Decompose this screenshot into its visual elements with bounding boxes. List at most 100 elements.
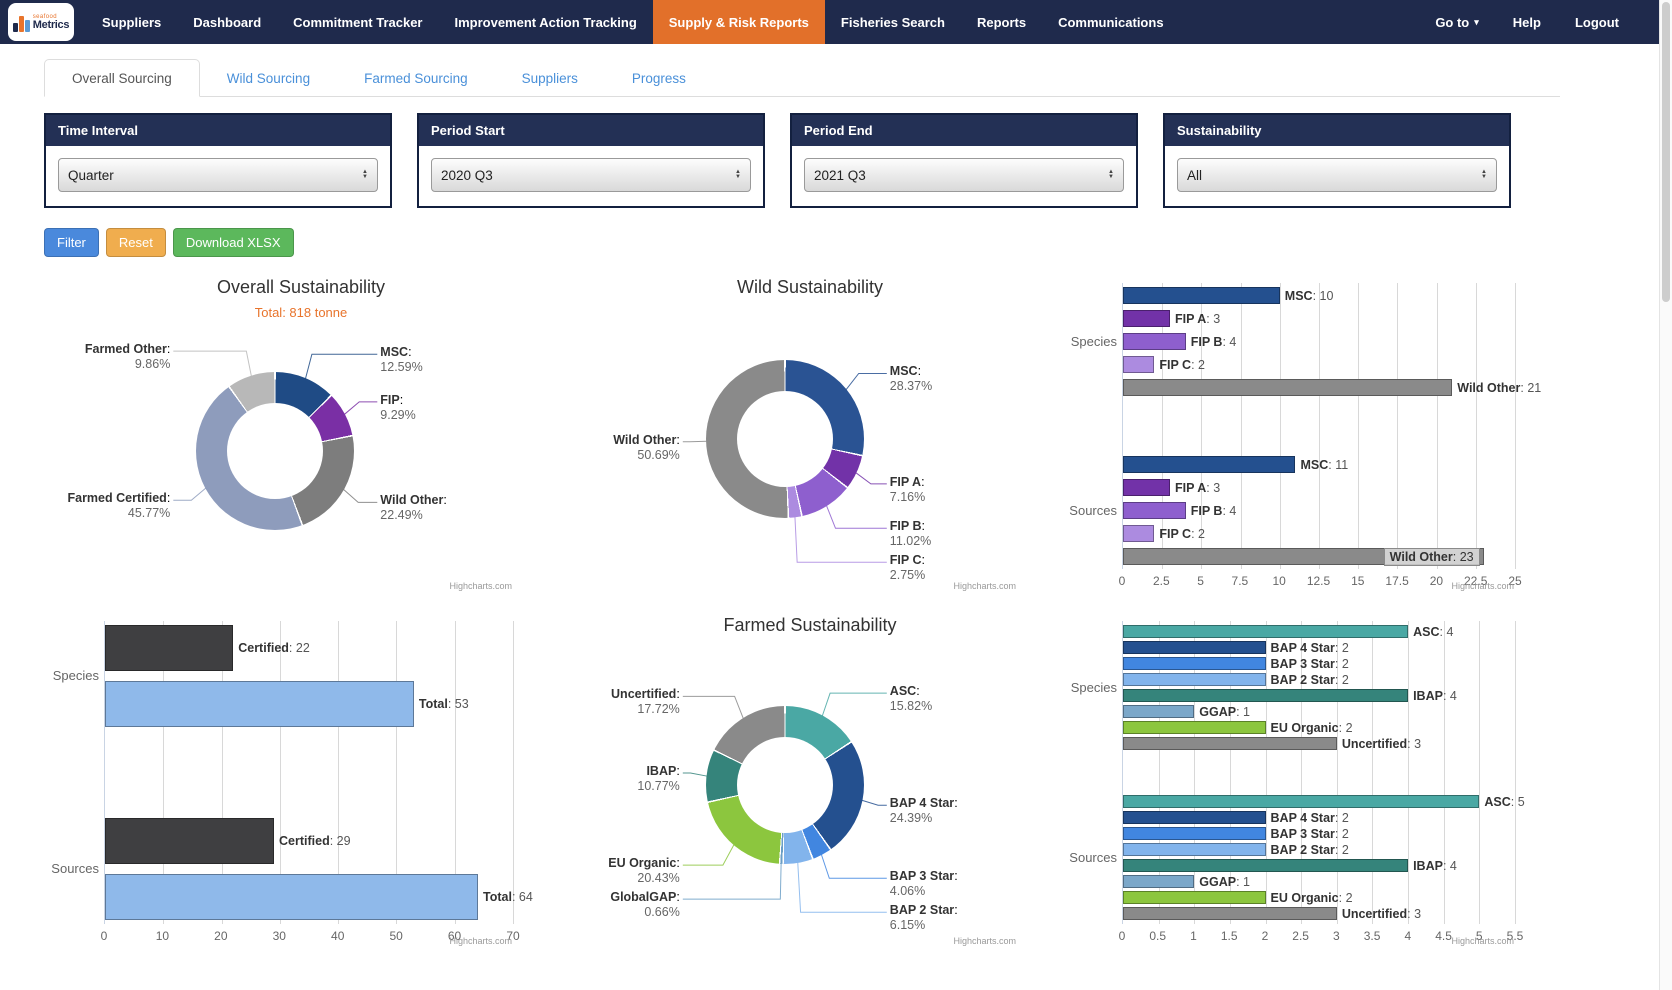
tab-suppliers[interactable]: Suppliers: [495, 59, 605, 97]
axis-tick-label: 30: [273, 929, 286, 943]
highcharts-credit[interactable]: Highcharts.com: [1451, 581, 1514, 591]
axis-tick-label: 1.5: [1221, 929, 1238, 943]
highcharts-credit[interactable]: Highcharts.com: [1451, 936, 1514, 946]
bar-value-label: IBAP: 4: [1413, 689, 1457, 703]
nav-item-supply-risk-reports[interactable]: Supply & Risk Reports: [653, 0, 825, 44]
bar-ibap[interactable]: IBAP: 4: [1123, 689, 1408, 702]
tab-farmed-sourcing[interactable]: Farmed Sourcing: [337, 59, 495, 97]
bar-row: FIP B: 4: [1123, 333, 1515, 350]
select-time-interval[interactable]: Quarter▲▼: [58, 158, 378, 192]
bar-bap-4-star[interactable]: BAP 4 Star: 2: [1123, 641, 1266, 654]
bar-fip-a[interactable]: FIP A: 3: [1123, 479, 1170, 496]
bar-plot-area: Certified: 22Total: 53SpeciesCertified: …: [104, 621, 513, 924]
bar-bap-2-star[interactable]: BAP 2 Star: 2: [1123, 843, 1266, 856]
bar-value-label: Uncertified: 3: [1342, 907, 1421, 921]
axis-tick-label: 5: [1197, 574, 1204, 588]
nav-item-fisheries-search[interactable]: Fisheries Search: [825, 0, 961, 44]
pie-data-label: IBAP:10.77%: [637, 764, 679, 794]
nav-item-go-to[interactable]: Go to▾: [1418, 0, 1495, 44]
donut-chart[interactable]: [706, 360, 864, 518]
nav-item-logout[interactable]: Logout: [1558, 0, 1636, 44]
filter-body: All▲▼: [1165, 146, 1509, 206]
tab-overall-sourcing[interactable]: Overall Sourcing: [44, 59, 200, 97]
bar-fip-a[interactable]: FIP A: 3: [1123, 310, 1170, 327]
bar-value-label: GGAP: 1: [1199, 705, 1250, 719]
app-logo[interactable]: seafood Metrics: [8, 3, 74, 41]
pie-connector-line: [826, 505, 886, 528]
pie-data-label: ASC:15.82%: [890, 684, 932, 714]
donut-chart[interactable]: [196, 372, 354, 530]
bar-value-label: FIP A: 3: [1175, 312, 1220, 326]
bar-eu-organic[interactable]: EU Organic: 2: [1123, 721, 1266, 734]
pie-data-label: BAP 3 Star:4.06%: [890, 869, 958, 899]
select-period-start[interactable]: 2020 Q3▲▼: [431, 158, 751, 192]
bar-uncertified[interactable]: Uncertified: 3: [1123, 907, 1337, 920]
bar-certified[interactable]: Certified: 29: [105, 818, 274, 864]
bar-total[interactable]: Total: 53: [105, 681, 414, 727]
report-tabs: Overall SourcingWild SourcingFarmed Sour…: [44, 59, 1560, 97]
chart-wild-species-sources-bars: MSC: 10 FIP A: 3 FIP B: 4 FIP C: 2 Wild Othe…: [1062, 269, 1560, 599]
reset-button[interactable]: Reset: [106, 228, 166, 257]
bar-group-sources: Certified: 29Total: 64Sources: [105, 818, 513, 920]
bar-asc[interactable]: ASC: 4: [1123, 625, 1408, 638]
donut-chart[interactable]: [706, 706, 864, 864]
nav-item-suppliers[interactable]: Suppliers: [86, 0, 177, 44]
bar-bap-2-star[interactable]: BAP 2 Star: 2: [1123, 673, 1266, 686]
bar-ggap[interactable]: GGAP: 1: [1123, 875, 1194, 888]
select-value: 2021 Q3: [814, 168, 866, 183]
bar-wild-other[interactable]: Wild Other: 21: [1123, 379, 1452, 396]
axis-tick-label: 15: [1351, 574, 1364, 588]
filter-button[interactable]: Filter: [44, 228, 99, 257]
bar-row: Wild Other: 23: [1123, 548, 1515, 565]
tab-progress[interactable]: Progress: [605, 59, 713, 97]
chart-title: Overall Sustainability: [44, 277, 558, 298]
bar-bap-3-star[interactable]: BAP 3 Star: 2: [1123, 827, 1266, 840]
nav-right-menu: Go to▾HelpLogout: [1418, 0, 1672, 44]
bar-ggap[interactable]: GGAP: 1: [1123, 705, 1194, 718]
nav-item-reports[interactable]: Reports: [961, 0, 1042, 44]
bar-ibap[interactable]: IBAP: 4: [1123, 859, 1408, 872]
bar-eu-organic[interactable]: EU Organic: 2: [1123, 891, 1266, 904]
bar-fip-c[interactable]: FIP C: 2: [1123, 356, 1154, 373]
bar-certified[interactable]: Certified: 22: [105, 625, 233, 671]
donut-hole: [737, 737, 833, 833]
highcharts-credit[interactable]: Highcharts.com: [953, 936, 1016, 946]
nav-item-dashboard[interactable]: Dashboard: [177, 0, 277, 44]
bar-row: IBAP: 4: [1123, 859, 1515, 872]
scrollbar-thumb[interactable]: [1662, 2, 1670, 302]
bar-asc[interactable]: ASC: 5: [1123, 795, 1479, 808]
bar-row: BAP 3 Star: 2: [1123, 827, 1515, 840]
bar-total[interactable]: Total: 64: [105, 874, 478, 920]
window-scrollbar[interactable]: [1659, 0, 1672, 990]
bar-fip-c[interactable]: FIP C: 2: [1123, 525, 1154, 542]
highcharts-credit[interactable]: Highcharts.com: [953, 581, 1016, 591]
select-period-end[interactable]: 2021 Q3▲▼: [804, 158, 1124, 192]
bar-value-label: FIP C: 2: [1159, 527, 1205, 541]
highcharts-credit[interactable]: Highcharts.com: [449, 581, 512, 591]
bar-msc[interactable]: MSC: 10: [1123, 287, 1280, 304]
bar-fip-b[interactable]: FIP B: 4: [1123, 333, 1186, 350]
download-xlsx-button[interactable]: Download XLSX: [173, 228, 294, 257]
bar-uncertified[interactable]: Uncertified: 3: [1123, 737, 1337, 750]
bar-fip-b[interactable]: FIP B: 4: [1123, 502, 1186, 519]
bar-msc[interactable]: MSC: 11: [1123, 456, 1295, 473]
bar-row: Certified: 22: [105, 625, 513, 671]
bar-bap-3-star[interactable]: BAP 3 Star: 2: [1123, 657, 1266, 670]
pie-connector-line: [821, 854, 886, 878]
nav-item-improvement-action-tracking[interactable]: Improvement Action Tracking: [438, 0, 652, 44]
highcharts-credit[interactable]: Highcharts.com: [449, 936, 512, 946]
bar-row: ASC: 5: [1123, 795, 1515, 808]
bar-bap-4-star[interactable]: BAP 4 Star: 2: [1123, 811, 1266, 824]
nav-item-help[interactable]: Help: [1496, 0, 1558, 44]
logo-bars-icon: [13, 12, 30, 32]
bar-wild-other[interactable]: Wild Other: 23: [1123, 548, 1484, 565]
bar-row: FIP C: 2: [1123, 356, 1515, 373]
nav-item-communications[interactable]: Communications: [1042, 0, 1179, 44]
tab-wild-sourcing[interactable]: Wild Sourcing: [200, 59, 337, 97]
bar-value-label: Wild Other: 21: [1457, 381, 1541, 395]
bar-value-label: MSC: 11: [1300, 458, 1348, 472]
select-sustainability[interactable]: All▲▼: [1177, 158, 1497, 192]
nav-item-commitment-tracker[interactable]: Commitment Tracker: [277, 0, 438, 44]
select-arrows-icon: ▲▼: [362, 170, 368, 180]
axis-tick-label: 4.5: [1435, 929, 1452, 943]
